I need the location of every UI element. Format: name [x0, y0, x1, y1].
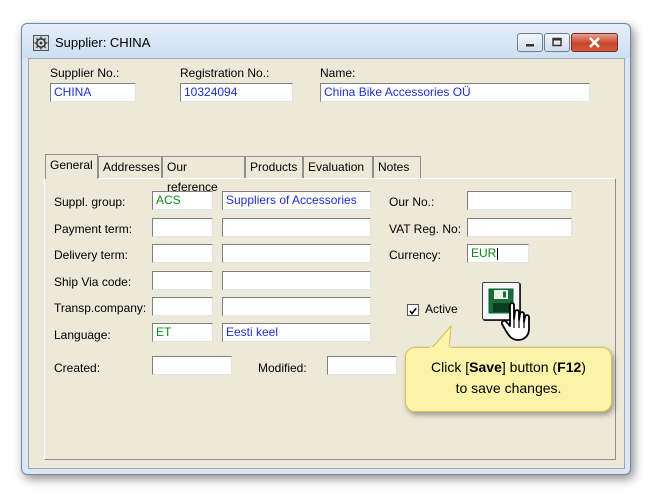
text-caret [497, 247, 499, 260]
supplier-window: Supplier: CHINA Supplier No.: CHINA Regi… [21, 23, 631, 475]
delivery-term-label: Delivery term: [54, 248, 129, 262]
tab-notes[interactable]: Notes [373, 156, 421, 178]
hint-key: F12 [557, 359, 582, 375]
supplier-window-icon [33, 35, 49, 51]
tab-evaluation[interactable]: Evaluation [303, 156, 373, 178]
hint-text: Click [Save] button (F12) to save change… [406, 357, 611, 399]
vat-reg-no-field[interactable] [467, 218, 572, 237]
delivery-term-code-field[interactable] [152, 244, 213, 263]
hint-middle: ] button ( [501, 359, 558, 375]
hint-prefix: Click [ [431, 359, 470, 375]
language-label: Language: [54, 328, 111, 342]
supplier-no-label: Supplier No.: [50, 66, 120, 80]
tab-general[interactable]: General [45, 154, 98, 179]
name-field[interactable]: China Bike Accessories OÜ [320, 83, 590, 102]
ship-via-desc-field[interactable] [222, 271, 371, 290]
supplier-no-field[interactable]: CHINA [50, 83, 136, 102]
hint-suffix: ) [581, 359, 586, 375]
currency-field[interactable]: EUR [467, 244, 529, 263]
active-label: Active [425, 302, 458, 316]
minimize-icon [526, 44, 534, 47]
name-label: Name: [320, 66, 356, 80]
window-title: Supplier: CHINA [55, 35, 151, 50]
maximize-button[interactable] [544, 33, 570, 52]
tab-addresses[interactable]: Addresses [98, 156, 162, 178]
suppl-group-label: Suppl. group: [54, 195, 126, 209]
active-checkbox[interactable] [407, 304, 419, 316]
delivery-term-desc-field[interactable] [222, 244, 371, 263]
modified-field[interactable] [327, 356, 397, 375]
minimize-button[interactable] [517, 33, 543, 52]
vat-reg-no-label: VAT Reg. No: [389, 222, 462, 236]
close-button[interactable] [571, 33, 618, 52]
our-no-field[interactable] [467, 191, 572, 210]
language-desc-field[interactable]: Eesti keel [222, 323, 371, 342]
suppl-group-desc-field[interactable]: Suppliers of Accessories [222, 191, 371, 210]
checkmark-icon [409, 307, 417, 315]
transp-company-label: Transp.company: [54, 301, 147, 315]
hint-line2: to save changes. [455, 380, 562, 396]
payment-term-code-field[interactable] [152, 218, 213, 237]
our-no-label: Our No.: [389, 195, 435, 209]
transp-company-code-field[interactable] [152, 297, 213, 316]
callout-pointer [429, 324, 452, 350]
close-icon [589, 37, 600, 48]
hint-save-word: Save [469, 359, 502, 375]
hand-cursor-icon [501, 302, 530, 341]
payment-term-desc-field[interactable] [222, 218, 371, 237]
hint-callout: Click [Save] button (F12) to save change… [405, 347, 612, 412]
maximize-icon [552, 37, 562, 47]
ship-via-label: Ship Via code: [54, 275, 132, 289]
title-bar[interactable]: Supplier: CHINA [22, 24, 630, 58]
created-field[interactable] [152, 356, 232, 375]
language-code-field[interactable]: ET [152, 323, 213, 342]
tab-products[interactable]: Products [245, 156, 303, 178]
registration-no-label: Registration No.: [180, 66, 270, 80]
currency-label: Currency: [389, 248, 442, 262]
currency-value: EUR [471, 246, 497, 260]
registration-no-field[interactable]: 10324094 [180, 83, 293, 102]
modified-label: Modified: [258, 361, 307, 375]
transp-company-desc-field[interactable] [222, 297, 371, 316]
created-label: Created: [54, 361, 101, 375]
tab-our-reference[interactable]: Our reference [162, 156, 245, 194]
ship-via-code-field[interactable] [152, 271, 213, 290]
payment-term-label: Payment term: [54, 222, 133, 236]
suppl-group-code-field[interactable]: ACS [152, 191, 213, 210]
